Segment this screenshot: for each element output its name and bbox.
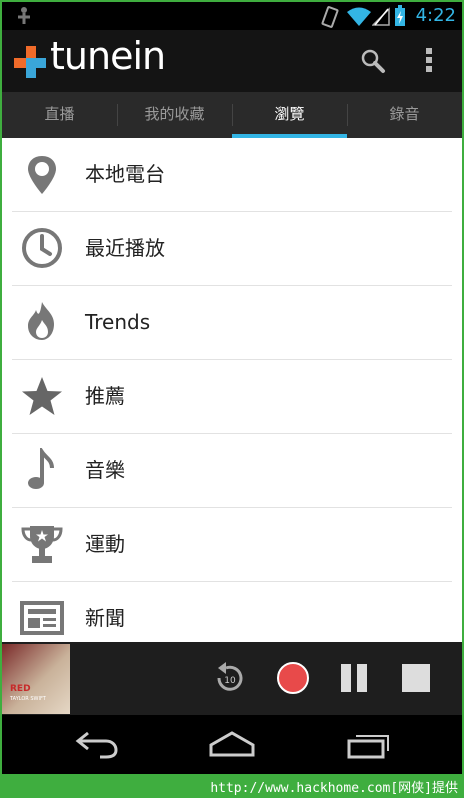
tunein-logo-icon — [14, 46, 46, 78]
overflow-menu-icon[interactable] — [424, 46, 434, 74]
location-pin-icon — [28, 156, 56, 194]
watermark-text: http://www.hackhome.com[网侠]提供 — [210, 781, 458, 796]
tab-bar: 直播 我的收藏 瀏覽 錄音 — [2, 92, 462, 138]
usb-debug-icon — [18, 7, 30, 24]
search-icon[interactable] — [360, 48, 386, 74]
rewind-10-icon[interactable]: 10 — [213, 660, 247, 696]
music-note-icon — [28, 448, 54, 489]
recent-apps-icon[interactable] — [346, 729, 392, 759]
list-item-music[interactable]: 音樂 — [12, 434, 452, 508]
signal-icon — [372, 7, 390, 26]
tab-live[interactable]: 直播 — [2, 92, 117, 138]
tab-browse[interactable]: 瀏覽 — [232, 92, 347, 138]
system-nav-bar — [2, 715, 462, 774]
tab-recordings[interactable]: 錄音 — [347, 92, 462, 138]
browse-list: 本地電台 最近播放 Trends 推薦 音樂 運動 新聞 — [2, 138, 462, 644]
list-item-label: 新聞 — [85, 606, 125, 630]
star-icon — [22, 377, 62, 415]
battery-charging-icon — [395, 5, 405, 26]
list-item-label: 音樂 — [85, 458, 125, 482]
status-bar: 4:22 — [2, 2, 462, 30]
list-item-label: Trends — [85, 310, 151, 334]
album-art[interactable]: RED TAYLOR SWIFT — [2, 644, 70, 714]
list-item-label: 運動 — [85, 532, 125, 556]
action-bar: tunein — [2, 30, 462, 92]
record-button[interactable] — [275, 660, 311, 696]
list-item-recent[interactable]: 最近播放 — [12, 212, 452, 286]
wifi-icon — [347, 7, 371, 26]
album-artist: TAYLOR SWIFT — [10, 696, 46, 702]
list-item-label: 最近播放 — [85, 236, 165, 260]
watermark-bar: http://www.hackhome.com[网侠]提供 — [0, 774, 464, 798]
list-item-label: 推薦 — [85, 384, 125, 408]
list-item-label: 本地電台 — [85, 162, 165, 186]
list-item-sports[interactable]: 運動 — [12, 508, 452, 582]
pause-button[interactable] — [338, 660, 370, 696]
list-item-local-radio[interactable]: 本地電台 — [12, 138, 452, 212]
trophy-icon — [21, 526, 63, 563]
home-icon[interactable] — [207, 729, 257, 759]
list-item-news[interactable]: 新聞 — [12, 582, 452, 644]
vibrate-icon — [321, 6, 339, 28]
rewind-seconds: 10 — [224, 676, 236, 686]
tab-favorites[interactable]: 我的收藏 — [117, 92, 232, 138]
flame-icon — [28, 302, 54, 340]
list-item-trends[interactable]: Trends — [12, 286, 452, 360]
album-title: RED — [10, 684, 31, 694]
back-icon[interactable] — [74, 729, 120, 759]
list-item-recommended[interactable]: 推薦 — [12, 360, 452, 434]
now-playing-bar: RED TAYLOR SWIFT 10 — [2, 642, 462, 715]
clock-icon — [22, 228, 62, 268]
screen: 4:22 tunein 直播 我的收藏 瀏覽 錄音 本地電台 最近播放 Tren… — [2, 2, 462, 774]
app-logo-text: tunein — [50, 34, 166, 78]
stop-button[interactable] — [400, 660, 432, 696]
status-time: 4:22 — [415, 5, 456, 26]
newspaper-icon — [20, 601, 64, 635]
